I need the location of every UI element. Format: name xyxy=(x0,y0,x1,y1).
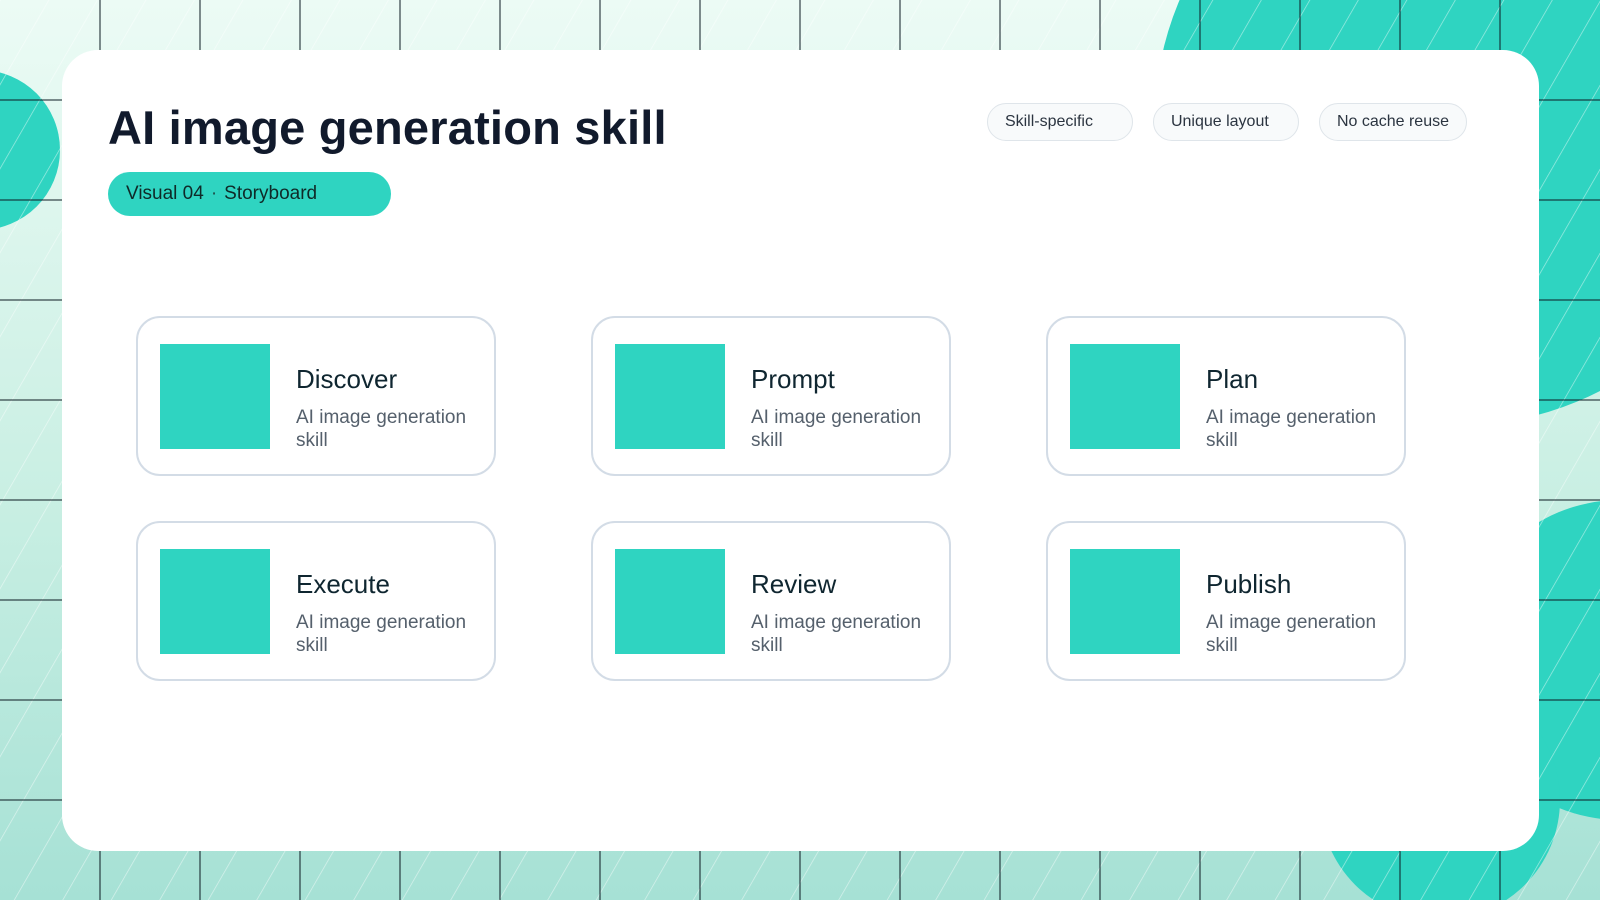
step-thumbnail xyxy=(160,549,270,654)
step-thumbnail xyxy=(615,549,725,654)
step-card-discover[interactable]: Discover AI image generation skill xyxy=(136,316,496,476)
visual-badge: Visual 04 · Storyboard xyxy=(108,172,391,216)
step-card-publish[interactable]: Publish AI image generation skill xyxy=(1046,521,1406,681)
step-thumbnail xyxy=(615,344,725,449)
visual-badge-subtitle: Storyboard xyxy=(224,183,318,204)
step-grid: Discover AI image generation skill Promp… xyxy=(136,316,1406,681)
step-description: AI image generation skill xyxy=(751,612,922,656)
step-card-execute[interactable]: Execute AI image generation skill xyxy=(136,521,496,681)
step-title: Review xyxy=(751,569,837,599)
visual-badge-separator: · xyxy=(210,183,218,204)
step-description: AI image generation skill xyxy=(296,612,467,656)
step-thumbnail xyxy=(1070,344,1180,449)
step-card-review[interactable]: Review AI image generation skill xyxy=(591,521,951,681)
tag-no-cache-reuse[interactable]: No cache reuse xyxy=(1318,103,1467,141)
main-card: AI image generation skill Visual 04 · Stor… xyxy=(62,50,1539,851)
visual-badge-label: Visual 04 xyxy=(126,183,204,204)
step-description: AI image generation skill xyxy=(751,407,922,451)
step-thumbnail xyxy=(160,344,270,449)
tag-skill-specific[interactable]: Skill-specific xyxy=(986,103,1133,141)
step-description: AI image generation skill xyxy=(296,407,467,451)
step-card-prompt[interactable]: Prompt AI image generation skill xyxy=(591,316,951,476)
step-title: Publish xyxy=(1206,569,1292,599)
step-title: Discover xyxy=(296,364,398,394)
step-description: AI image generation skill xyxy=(1206,407,1377,451)
tag-list: Skill-specific Unique layout No cache re… xyxy=(986,103,1467,141)
step-title: Execute xyxy=(296,569,390,599)
step-card-plan[interactable]: Plan AI image generation skill xyxy=(1046,316,1406,476)
page-title: AI image generation skill xyxy=(108,101,667,154)
step-title: Plan xyxy=(1206,364,1259,394)
step-thumbnail xyxy=(1070,549,1180,654)
tag-unique-layout[interactable]: Unique layout xyxy=(1152,103,1299,141)
step-description: AI image generation skill xyxy=(1206,612,1377,656)
step-title: Prompt xyxy=(751,364,835,394)
